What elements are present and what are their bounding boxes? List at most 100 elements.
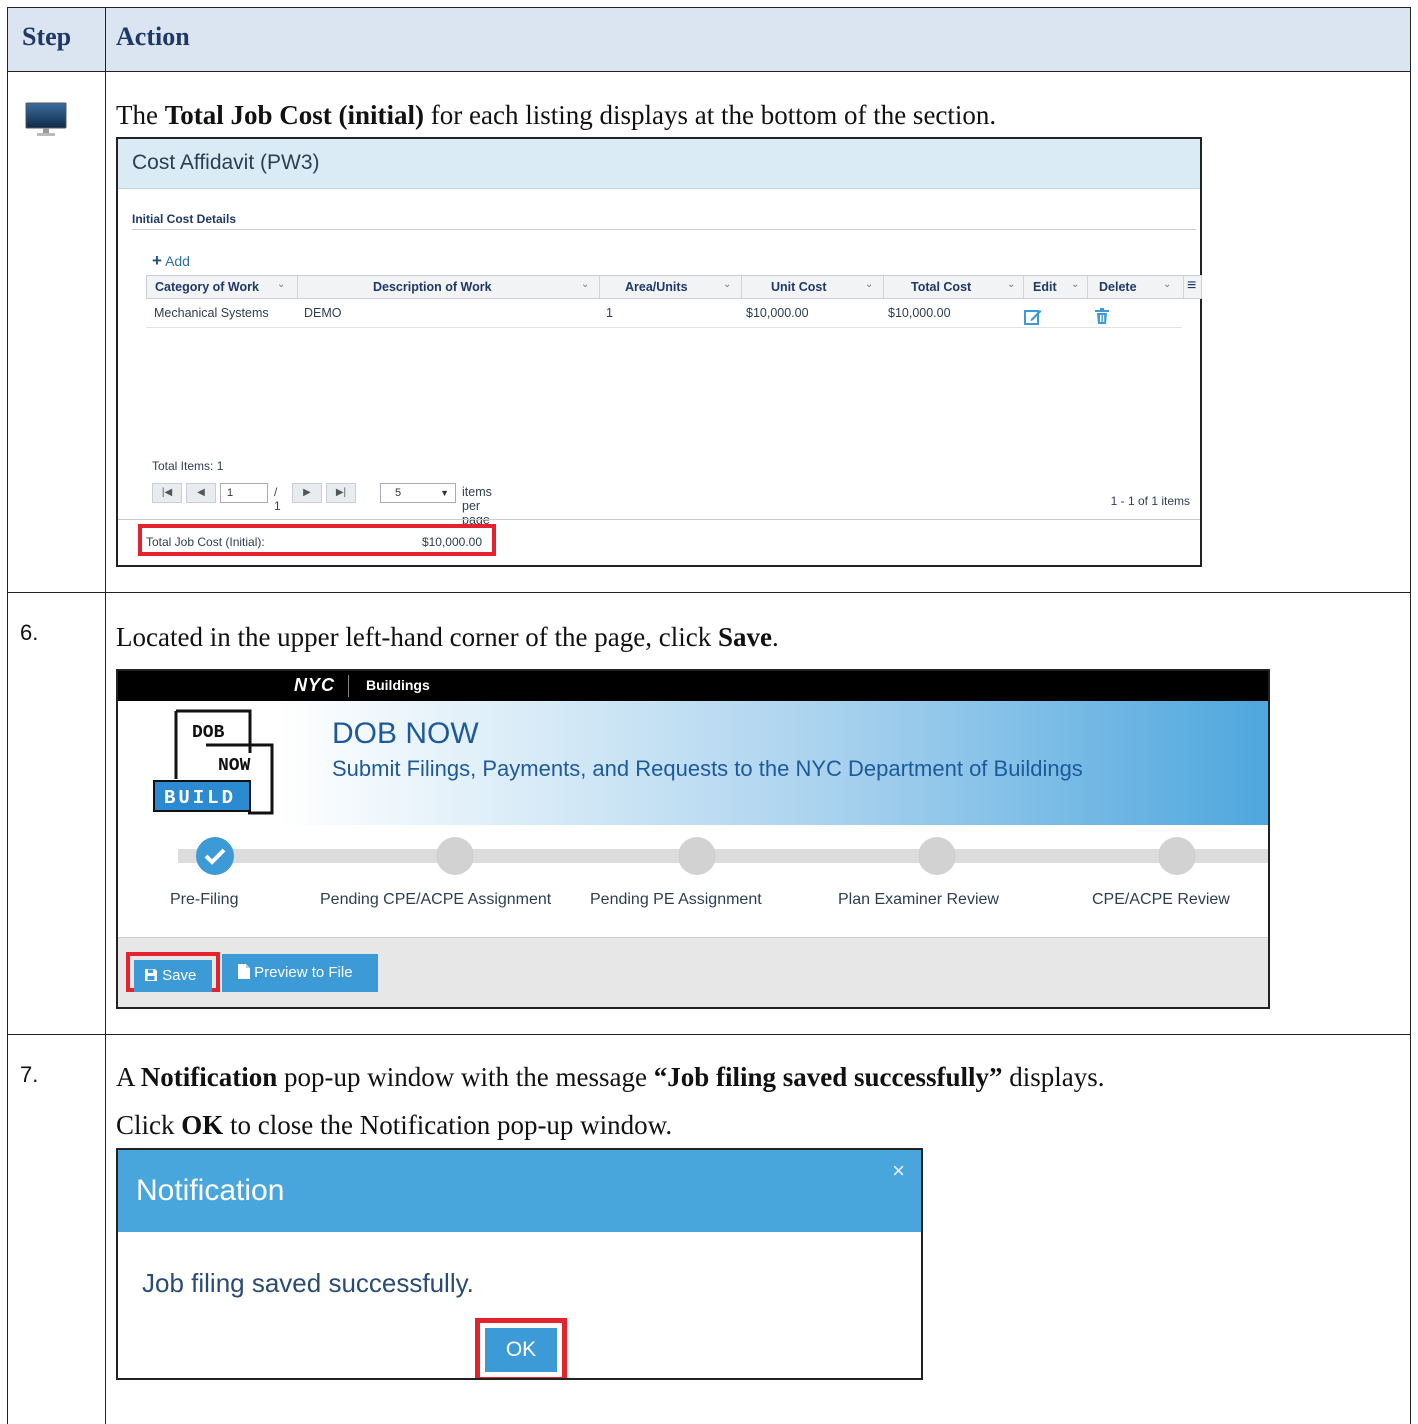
chevron-down-icon[interactable]: ⌄ [1007, 279, 1015, 290]
action-toolbar: Save Preview to File [118, 937, 1268, 1007]
chevron-down-icon[interactable]: ⌄ [1071, 279, 1079, 290]
stage-dot [678, 837, 716, 875]
checkmark-icon [204, 848, 226, 865]
footer-divider [118, 519, 1200, 520]
column-menu-icon[interactable]: ≡ [1187, 277, 1196, 295]
section-title: Initial Cost Details [132, 212, 237, 226]
stage-dot [1158, 837, 1196, 875]
page-input[interactable]: 1 [220, 483, 268, 503]
column-header-total-cost[interactable]: Total Cost [911, 280, 971, 294]
page-size-select[interactable]: 5 ▼ [380, 483, 456, 503]
stage-pending-cpe: Pending CPE/ACPE Assignment [320, 891, 552, 908]
table-header [8, 8, 1410, 71]
table-row: Mechanical Systems DEMO 1 $10,000.00 $10… [146, 300, 1182, 328]
grid-header: Category of Work ⌄ Description of Work ⌄… [146, 275, 1202, 299]
instruction-row-1: The Total Job Cost (initial) for each li… [116, 100, 997, 130]
row-divider [8, 1034, 1410, 1035]
stage-plan-examiner: Plan Examiner Review [838, 891, 999, 908]
dob-now-panel: NYC Buildings DOB NOW BUILD DOB NOW Subm… [116, 669, 1270, 1009]
save-button[interactable]: Save [134, 960, 212, 992]
stage-dot [918, 837, 956, 875]
row-divider [8, 71, 1410, 72]
column-header-area-units[interactable]: Area/Units [625, 280, 688, 294]
first-page-button[interactable]: |◀ [152, 483, 182, 503]
step-table: Step Action The Total Job Cost (initial)… [7, 7, 1411, 1424]
cell-category: Mechanical Systems [154, 306, 269, 320]
nyc-top-bar: NYC Buildings [118, 671, 1268, 701]
cost-affidavit-panel: Cost Affidavit (PW3) Initial Cost Detail… [116, 137, 1202, 567]
last-page-button[interactable]: ▶| [326, 483, 356, 503]
total-items: Total Items: 1 [152, 459, 224, 473]
stage-cpe-review: CPE/ACPE Review [1092, 891, 1230, 908]
column-header-delete[interactable]: Delete [1099, 280, 1137, 294]
column-header-description[interactable]: Description of Work [373, 280, 492, 294]
row-divider [8, 592, 1410, 593]
total-job-cost-label: Total Job Cost (Initial): [146, 535, 265, 549]
dob-now-title: DOB NOW [332, 717, 479, 750]
notification-dialog: Notification × Job filing saved successf… [116, 1148, 923, 1380]
chevron-down-icon[interactable]: ⌄ [865, 279, 873, 290]
action-column-header: Action [116, 22, 190, 51]
buildings-label: Buildings [366, 677, 430, 693]
plus-icon: + [152, 251, 162, 270]
total-job-cost-highlight: Total Job Cost (Initial): $10,000.00 [138, 524, 496, 556]
close-icon[interactable]: × [892, 1158, 905, 1184]
stage-pre-filing: Pre-Filing [170, 891, 239, 908]
column-divider [105, 8, 106, 1424]
chevron-down-icon: ▼ [440, 488, 449, 498]
chevron-down-icon[interactable]: ⌄ [723, 279, 731, 290]
dob-banner: DOB NOW BUILD DOB NOW Submit Filings, Pa… [118, 701, 1268, 825]
ok-highlight: OK [475, 1318, 567, 1378]
cell-unit-cost: $10,000.00 [746, 306, 809, 320]
step-number-6: 6. [20, 620, 39, 645]
nyc-logo: NYC [294, 675, 336, 695]
progress-stepper: Pre-Filing Pending CPE/ACPE Assignment P… [118, 825, 1268, 937]
step-column-header: Step [22, 22, 72, 51]
total-job-cost-value: $10,000.00 [421, 535, 482, 549]
stage-dot-complete [196, 837, 234, 875]
panel-title-bar: Cost Affidavit (PW3) [118, 139, 1200, 189]
section-divider [132, 229, 1196, 230]
next-page-button[interactable]: ▶ [292, 483, 322, 503]
dob-now-build-logo: DOB NOW BUILD [153, 709, 274, 815]
page-count: / 1 [274, 485, 281, 513]
stage-pending-pe: Pending PE Assignment [590, 891, 762, 908]
column-header-category[interactable]: Category of Work [155, 280, 259, 294]
preview-label: Preview to File [254, 964, 353, 981]
save-label: Save [162, 967, 197, 984]
logo-word-build: BUILD [164, 787, 236, 809]
chevron-down-icon[interactable]: ⌄ [277, 279, 285, 290]
logo-word-dob: DOB [192, 723, 225, 743]
notification-title: Notification [136, 1174, 285, 1207]
notification-message: Job filing saved successfully. [142, 1268, 474, 1298]
file-icon [238, 964, 250, 979]
notification-header: Notification × [118, 1150, 921, 1232]
edit-icon[interactable] [1024, 308, 1042, 325]
preview-to-file-button[interactable]: Preview to File [222, 954, 378, 992]
page-size-value: 5 [395, 487, 402, 499]
dob-now-subtitle: Submit Filings, Payments, and Requests t… [332, 756, 1083, 781]
instruction-row-6: Located in the upper left-hand corner of… [116, 622, 779, 652]
cell-total-cost: $10,000.00 [888, 306, 951, 320]
column-header-edit[interactable]: Edit [1033, 280, 1057, 294]
step-number-7: 7. [20, 1062, 39, 1087]
chevron-down-icon[interactable]: ⌄ [581, 279, 589, 290]
ok-button[interactable]: OK [485, 1328, 557, 1372]
monitor-icon [25, 102, 67, 136]
chevron-down-icon[interactable]: ⌄ [1163, 279, 1171, 290]
cell-area-units: 1 [606, 306, 613, 320]
instruction-row-7b: Click OK to close the Notification pop-u… [116, 1110, 673, 1140]
instruction-row-7: A Notification pop-up window with the me… [116, 1062, 1105, 1092]
floppy-disk-icon [145, 969, 157, 981]
stage-dot [436, 837, 474, 875]
column-header-unit-cost[interactable]: Unit Cost [771, 280, 827, 294]
trash-icon[interactable] [1094, 308, 1110, 325]
add-button[interactable]: + Add [152, 251, 190, 271]
pager-range: 1 - 1 of 1 items [1110, 494, 1190, 508]
add-label: Add [165, 253, 190, 269]
save-highlight: Save [126, 952, 220, 992]
panel-title: Cost Affidavit (PW3) [132, 151, 320, 174]
cell-description: DEMO [304, 306, 342, 320]
prev-page-button[interactable]: ◀ [186, 483, 216, 503]
logo-word-now: NOW [218, 756, 251, 776]
